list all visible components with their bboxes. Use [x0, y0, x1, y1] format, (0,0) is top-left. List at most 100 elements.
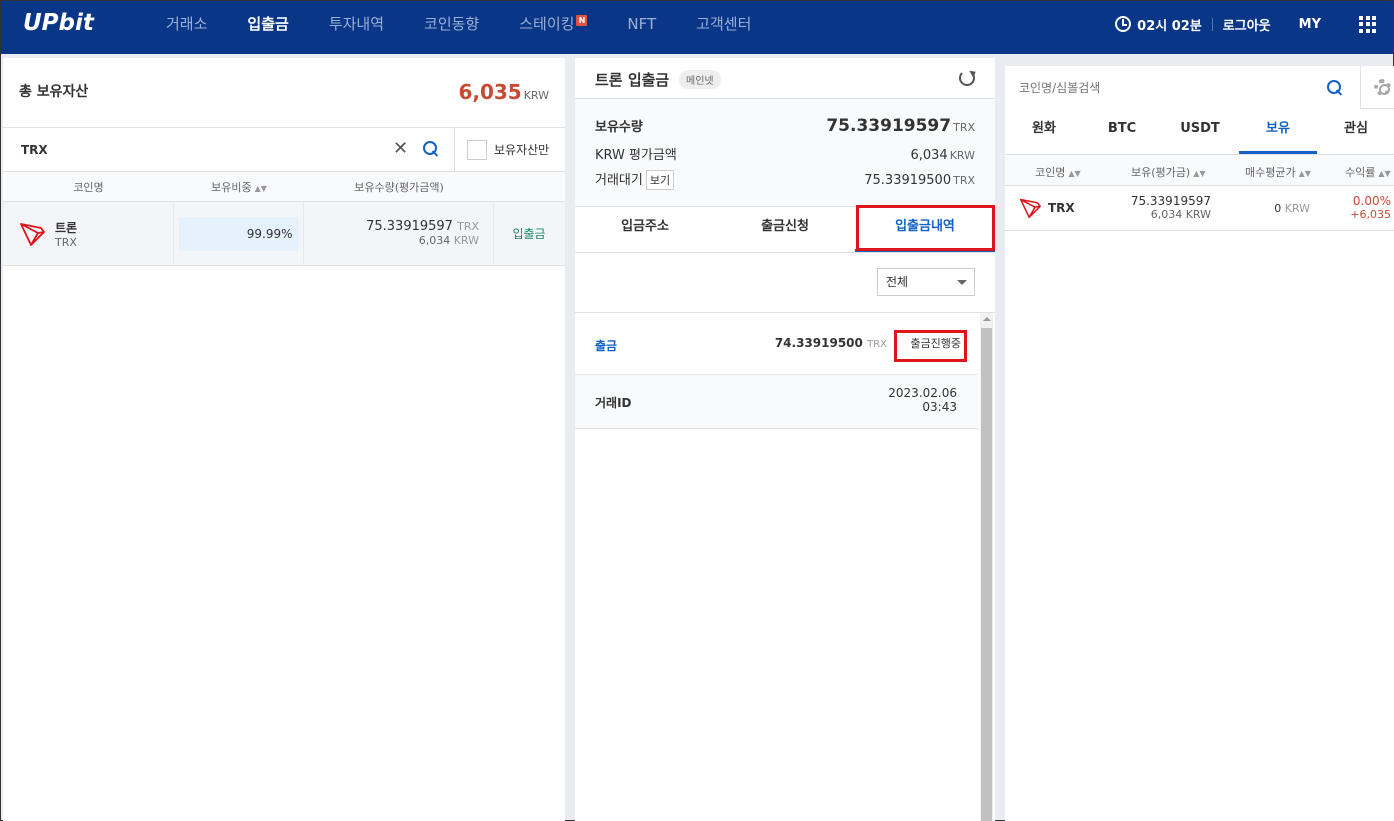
only-held-toggle[interactable]: 보유자산만	[455, 128, 549, 171]
deposit-withdraw-panel: 트론 입출금 메인넷 보유수량 75.33919597 TRX KRW 평가금액 …	[575, 58, 995, 821]
held-amount-value: 75.33919597	[826, 116, 952, 136]
coin-filter: ✕ 보유자산만	[3, 128, 565, 172]
col-amount: 보유수량(평가금액)	[354, 180, 444, 194]
col-ratio-label: 보유비중	[211, 180, 252, 194]
clock-icon	[1115, 16, 1132, 32]
rcol-profit[interactable]: 수익률 ▲▼	[1345, 164, 1391, 180]
holding-krw: 6,034 KRW	[304, 234, 479, 247]
view-pending-button[interactable]: 보기	[645, 170, 675, 190]
history-item[interactable]: 출금 74.33919500 TRX 출금진행중	[575, 313, 979, 375]
scroll-up-icon[interactable]	[983, 317, 991, 321]
apps-grid-icon[interactable]	[1359, 15, 1376, 33]
tron-icon	[1019, 198, 1041, 219]
market-avg-value: 0	[1274, 202, 1282, 215]
clear-search-icon[interactable]: ✕	[393, 140, 408, 158]
history-time: 03:43	[922, 400, 957, 414]
tab-btc[interactable]: BTC	[1083, 109, 1161, 154]
rcol-profit-label: 수익률	[1345, 166, 1376, 179]
history-amount: 74.33919500 TRX	[775, 336, 887, 350]
market-tabs: 원화 BTC USDT 보유 관심	[1005, 109, 1394, 155]
tab-krw[interactable]: 원화	[1005, 109, 1083, 154]
holding-ratio-cell: 99.99%	[174, 202, 304, 265]
nav-customer-center[interactable]: 고객센터	[676, 1, 771, 54]
market-search-input[interactable]	[1005, 66, 1361, 109]
pending-label: 거래대기	[595, 173, 643, 188]
nav-staking-label: 스테이킹	[519, 15, 575, 33]
market-search	[1005, 66, 1394, 109]
tab-deposit-address[interactable]: 입금주소	[575, 207, 715, 252]
tx-id-label: 거래ID	[595, 396, 632, 410]
holding-amount-value: 75.33919597	[366, 219, 453, 234]
dw-tabs: 입금주소 출금신청 입출금내역	[575, 205, 995, 253]
holding-ratio: 99.99%	[178, 216, 299, 251]
market-search-icon[interactable]	[1327, 80, 1343, 96]
col-coin-name: 코인명	[73, 180, 104, 194]
sort-icon: ▲▼	[1378, 169, 1391, 178]
rcol-coin[interactable]: 코인명 ▲▼	[1035, 164, 1081, 180]
nav-investments[interactable]: 투자내역	[309, 1, 404, 54]
holding-coin: 트론 TRX	[3, 202, 174, 265]
history-amount-unit: TRX	[867, 339, 887, 350]
pending-row: 거래대기 보기 75.33919500 TRX	[595, 169, 975, 190]
holding-row[interactable]: 트론 TRX 99.99% 75.33919597 TRX 6,034 KRW …	[3, 202, 565, 266]
krw-value-unit: KRW	[949, 149, 975, 162]
nav-exchange[interactable]: 거래소	[146, 1, 227, 54]
rcol-coin-label: 코인명	[1035, 166, 1066, 179]
only-held-checkbox[interactable]	[467, 139, 487, 160]
highlight-box	[856, 205, 995, 251]
tab-holdings[interactable]: 보유	[1239, 109, 1317, 154]
upbit-logo[interactable]: UPbit	[23, 10, 94, 36]
market-table-header: 코인명 ▲▼ 보유(평가금) ▲▼ 매수평균가 ▲▼ 수익률 ▲▼	[1005, 155, 1394, 186]
total-value-unit: KRW	[523, 89, 549, 102]
market-panel: 원화 BTC USDT 보유 관심 코인명▲▼ 보유(평가금)▲▼ 매수평균가▲…	[1005, 66, 1394, 821]
history-type: 출금	[595, 339, 618, 353]
logout-button[interactable]: 로그아웃	[1213, 15, 1299, 34]
scrollbar-thumb[interactable]	[981, 328, 992, 821]
gear-icon[interactable]	[1374, 79, 1391, 96]
tab-withdraw-request[interactable]: 출금신청	[715, 207, 855, 252]
market-profit: 0.00% +6,035	[1350, 194, 1391, 222]
tab-usdt[interactable]: USDT	[1161, 109, 1239, 154]
history-date: 2023.02.06	[888, 386, 957, 400]
my-page-button[interactable]: MY	[1299, 17, 1359, 32]
nav-coin-trends[interactable]: 코인동향	[404, 1, 499, 54]
sort-icon: ▲▼	[254, 183, 267, 193]
nav-staking[interactable]: 스테이킹 N	[499, 1, 607, 54]
top-navigation-bar: UPbit 거래소 입출금 투자내역 코인동향 스테이킹 N NFT 고객센터 0…	[1, 1, 1393, 54]
tab-favorites[interactable]: 관심	[1317, 109, 1394, 154]
history-type-select[interactable]: 전체	[877, 268, 975, 296]
nav-deposit-withdraw[interactable]: 입출금	[227, 1, 308, 54]
deposit-withdraw-link[interactable]: 입출금	[494, 202, 564, 265]
rcol-avg[interactable]: 매수평균가 ▲▼	[1245, 164, 1311, 180]
total-assets: 총 보유자산 6,035 KRW	[3, 58, 565, 128]
search-icon[interactable]	[423, 141, 439, 157]
holding-krw-value: 6,034	[418, 234, 451, 247]
holding-amount-unit: TRX	[457, 220, 479, 233]
refresh-icon[interactable]	[959, 70, 975, 86]
coin-search-input[interactable]	[3, 128, 455, 171]
coin-name: 트론	[55, 220, 78, 235]
pending-amount-value: 75.33919500	[864, 173, 952, 188]
rcol-holding-label: 보유(평가금)	[1131, 166, 1191, 179]
market-holding-amount: 75.33919597	[1130, 194, 1211, 208]
session-clock: 02시 02분	[1115, 15, 1212, 34]
rcol-avg-label: 매수평균가	[1245, 166, 1296, 179]
holdings-panel: 총 보유자산 6,035KRW ✕ 보유자산만 코인명 보유비중▲▼ 보유수량(…	[3, 58, 565, 821]
session-time: 02시 02분	[1137, 18, 1202, 34]
holding-amount-cell: 75.33919597 TRX 6,034 KRW	[304, 202, 494, 265]
market-row[interactable]: TRX 75.33919597 6,034 KRW 0 KRW 0.00% +6…	[1005, 186, 1394, 231]
held-amount-label: 보유수량	[595, 120, 643, 135]
history-scrollbar[interactable]	[980, 313, 993, 821]
sort-icon: ▲▼	[1193, 169, 1206, 178]
pending-amount-unit: TRX	[953, 174, 975, 187]
nav-nft[interactable]: NFT	[607, 1, 676, 54]
pending-amount: 75.33919500 TRX	[864, 173, 975, 188]
col-ratio[interactable]: 보유비중 ▲▼	[174, 179, 304, 195]
held-amount-unit: TRX	[953, 121, 975, 134]
dw-title: 트론 입출금	[595, 71, 670, 89]
market-profit-amount: +6,035	[1350, 208, 1391, 221]
rcol-holding[interactable]: 보유(평가금) ▲▼	[1131, 164, 1206, 180]
market-avg-price: 0 KRW	[1274, 202, 1310, 215]
dw-header: 트론 입출금 메인넷	[575, 58, 995, 99]
new-badge: N	[576, 15, 588, 26]
